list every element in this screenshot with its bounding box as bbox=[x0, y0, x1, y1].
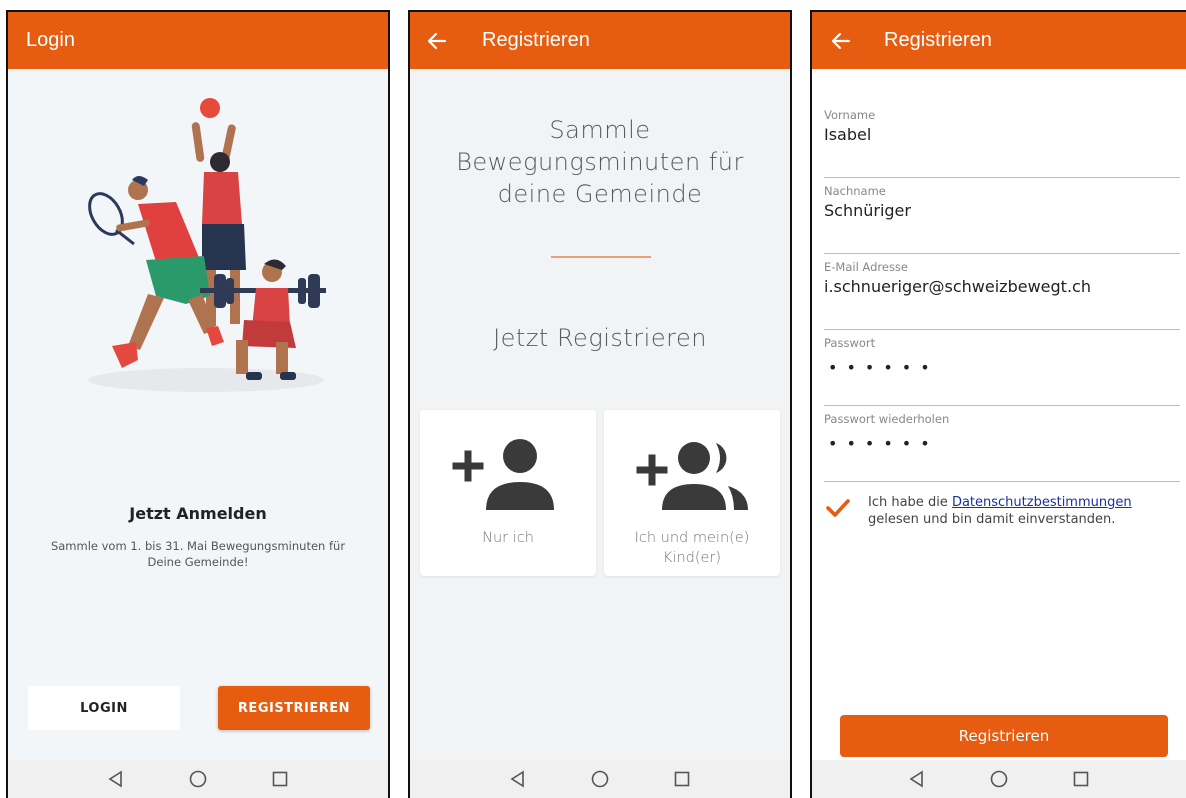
app-bar: Registrieren bbox=[812, 12, 1186, 69]
checkmark-icon[interactable] bbox=[826, 498, 850, 518]
sports-illustration bbox=[88, 98, 326, 392]
recents-square-icon bbox=[1073, 771, 1089, 787]
login-screen: Login Jetzt Anmelden Sammle vom 1. bis 3… bbox=[6, 10, 390, 798]
recents-square-icon bbox=[674, 771, 690, 787]
page-title: Login bbox=[26, 29, 75, 51]
consent-suffix: gelesen und bin damit einverstanden. bbox=[868, 512, 1116, 527]
consent-prefix: Ich habe die bbox=[868, 495, 952, 510]
nav-home-button[interactable] bbox=[157, 770, 239, 788]
home-circle-icon bbox=[990, 770, 1008, 788]
nav-back-button[interactable] bbox=[876, 770, 958, 788]
home-circle-icon bbox=[591, 770, 609, 788]
field-value[interactable]: Schnüriger bbox=[824, 201, 911, 220]
first-name-field[interactable]: Vorname Isabel bbox=[824, 108, 1180, 178]
home-circle-icon bbox=[189, 770, 207, 788]
password-field[interactable]: Passwort •••••• bbox=[824, 336, 1180, 406]
app-bar: Registrieren bbox=[410, 12, 790, 69]
page-title: Registrieren bbox=[884, 29, 992, 51]
arrow-left-icon[interactable] bbox=[426, 30, 448, 52]
option-card-me-and-children[interactable]: Ich und mein(e) Kind(er) bbox=[604, 410, 780, 576]
app-bar: Login bbox=[8, 12, 388, 69]
back-triangle-icon bbox=[108, 770, 122, 788]
option-label: Nur ich bbox=[482, 530, 534, 546]
login-subtitle: Sammle vom 1. bis 31. Mai Bewegungsminut… bbox=[50, 539, 346, 569]
field-label: Vorname bbox=[824, 108, 876, 122]
divider bbox=[551, 256, 651, 258]
field-label: Passwort bbox=[824, 336, 876, 350]
nav-back-button[interactable] bbox=[477, 770, 559, 788]
nav-back-button[interactable] bbox=[75, 770, 157, 788]
submit-register-button[interactable]: Registrieren bbox=[840, 715, 1168, 757]
password-mask[interactable]: •••••• bbox=[828, 358, 939, 377]
field-label: Passwort wiederholen bbox=[824, 412, 950, 426]
field-value[interactable]: i.schnueriger@schweizbewegt.ch bbox=[824, 277, 1091, 296]
add-group-icon bbox=[636, 442, 748, 510]
add-person-icon bbox=[452, 439, 554, 510]
nav-recents-button[interactable] bbox=[641, 771, 723, 787]
back-triangle-icon bbox=[909, 770, 923, 788]
email-field[interactable]: E-Mail Adresse i.schnueriger@schweizbewe… bbox=[824, 260, 1180, 330]
login-heading: Jetzt Anmelden bbox=[129, 504, 267, 523]
page-title: Registrieren bbox=[482, 29, 590, 51]
password-repeat-field[interactable]: Passwort wiederholen •••••• bbox=[824, 412, 1180, 482]
arrow-left-icon[interactable] bbox=[830, 30, 852, 52]
nav-home-button[interactable] bbox=[958, 770, 1040, 788]
system-nav-bar bbox=[812, 760, 1186, 798]
option-label: Ich und mein(e) Kind(er) bbox=[634, 530, 750, 566]
nav-recents-button[interactable] bbox=[1040, 771, 1122, 787]
field-label: Nachname bbox=[824, 184, 886, 198]
back-triangle-icon bbox=[510, 770, 524, 788]
field-value[interactable]: Isabel bbox=[824, 125, 871, 144]
privacy-policy-link[interactable]: Datenschutzbestimmungen bbox=[952, 495, 1132, 510]
register-subheadline: Jetzt Registrieren bbox=[493, 324, 707, 352]
option-card-only-me[interactable]: Nur ich bbox=[420, 410, 596, 576]
register-form-screen: Registrieren Vorname Isabel Nachname Sch… bbox=[810, 10, 1186, 798]
nav-recents-button[interactable] bbox=[239, 771, 321, 787]
login-button[interactable]: LOGIN bbox=[28, 686, 180, 730]
field-label: E-Mail Adresse bbox=[824, 260, 909, 274]
nav-home-button[interactable] bbox=[559, 770, 641, 788]
recents-square-icon bbox=[272, 771, 288, 787]
password-mask[interactable]: •••••• bbox=[828, 434, 939, 453]
system-nav-bar bbox=[410, 760, 790, 798]
last-name-field[interactable]: Nachname Schnüriger bbox=[824, 184, 1180, 254]
register-choice-screen: Registrieren Sammle Bewegungsminuten für… bbox=[408, 10, 792, 798]
register-button[interactable]: REGISTRIEREN bbox=[218, 686, 370, 730]
register-headline: Sammle Bewegungsminuten für deine Gemein… bbox=[456, 116, 744, 208]
privacy-consent-text: Ich habe die Datenschutzbestimmungen gel… bbox=[868, 494, 1176, 528]
system-nav-bar bbox=[8, 760, 388, 798]
